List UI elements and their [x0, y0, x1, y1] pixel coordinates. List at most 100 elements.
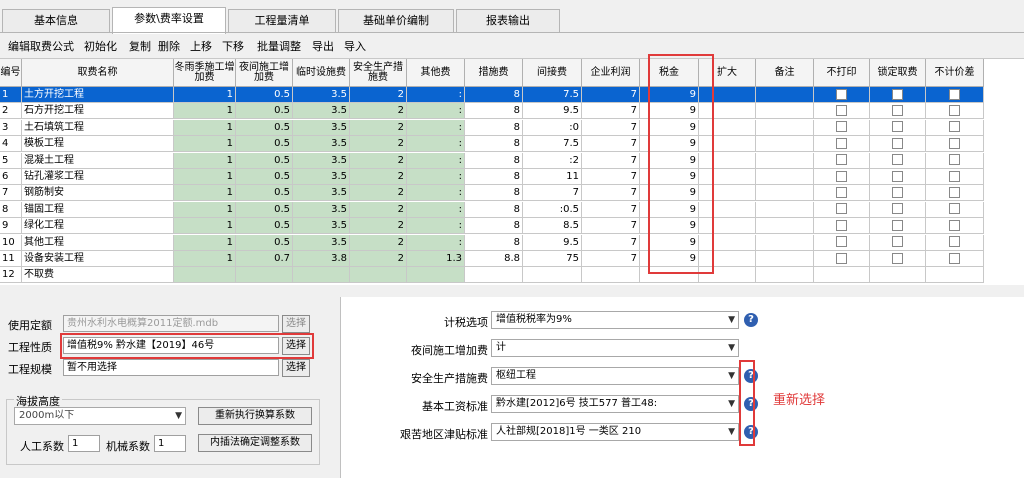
col-night-fee-cell[interactable]: 0.5: [236, 234, 293, 251]
col-measure-fee-cell[interactable]: 8: [465, 201, 523, 218]
col-remark-cell[interactable]: [756, 185, 814, 202]
move-down-button[interactable]: 下移: [222, 38, 244, 54]
col-remark-cell[interactable]: [756, 136, 814, 153]
col-profit-cell[interactable]: 7: [582, 218, 640, 235]
checkbox[interactable]: [949, 137, 960, 149]
col-measure-fee-cell[interactable]: 8: [465, 234, 523, 251]
delete-button[interactable]: 删除: [158, 38, 180, 54]
col-safety-fee-cell[interactable]: [350, 267, 407, 284]
col-safety-fee-cell[interactable]: 2: [350, 218, 407, 235]
col-indirect-fee-cell[interactable]: 7.5: [523, 87, 582, 103]
checkbox[interactable]: [949, 186, 960, 198]
col-other-fee-cell[interactable]: :: [407, 87, 465, 103]
checkbox[interactable]: [949, 236, 960, 248]
checkbox[interactable]: [949, 104, 960, 116]
col-number-cell[interactable]: 12: [0, 267, 22, 284]
col-other-fee-cell[interactable]: :: [407, 169, 465, 185]
col-temp-facility-header[interactable]: 临时设施费: [293, 59, 350, 87]
col-night-fee-cell[interactable]: 0.5: [236, 103, 293, 120]
col-profit-header[interactable]: 企业利润: [582, 59, 640, 87]
col-temp-facility-cell[interactable]: 3.5: [293, 169, 350, 185]
col-lock-fee-header[interactable]: 锁定取费: [870, 59, 926, 87]
col-night-fee-cell[interactable]: 0.5: [236, 169, 293, 185]
col-other-fee-cell[interactable]: :: [407, 218, 465, 235]
tab-basic-info[interactable]: 基本信息: [2, 9, 110, 33]
checkbox[interactable]: [836, 236, 847, 248]
col-winter-fee-header[interactable]: 冬雨季施工增加费: [174, 59, 236, 87]
col-remark-cell[interactable]: [756, 119, 814, 136]
col-indirect-fee-cell[interactable]: :0.5: [523, 201, 582, 218]
init-button[interactable]: 初始化: [84, 38, 117, 54]
scale-select-button[interactable]: 选择: [282, 359, 310, 377]
col-winter-fee-cell[interactable]: 1: [174, 103, 236, 120]
col-profit-cell[interactable]: [582, 267, 640, 284]
col-profit-cell[interactable]: 7: [582, 136, 640, 153]
col-temp-facility-cell[interactable]: 3.5: [293, 87, 350, 103]
col-safety-fee-cell[interactable]: 2: [350, 87, 407, 103]
col-temp-facility-cell[interactable]: 3.5: [293, 218, 350, 235]
col-remark-cell[interactable]: [756, 87, 814, 103]
col-remark-cell[interactable]: [756, 103, 814, 120]
checkbox[interactable]: [892, 104, 903, 116]
checkbox[interactable]: [949, 88, 960, 100]
col-no-diff-header[interactable]: 不计价差: [926, 59, 984, 87]
col-temp-facility-cell[interactable]: 3.5: [293, 185, 350, 202]
checkbox[interactable]: [949, 252, 960, 264]
col-winter-fee-cell[interactable]: 1: [174, 251, 236, 267]
checkbox[interactable]: [836, 252, 847, 264]
col-safety-fee-header[interactable]: 安全生产措施费: [350, 59, 407, 87]
col-fee-name-cell[interactable]: 土方开挖工程: [22, 87, 174, 103]
col-temp-facility-cell[interactable]: 3.5: [293, 119, 350, 136]
col-night-fee-cell[interactable]: [236, 267, 293, 284]
help-icon[interactable]: ?: [744, 313, 758, 327]
col-measure-fee-cell[interactable]: 8: [465, 169, 523, 185]
move-up-button[interactable]: 上移: [190, 38, 212, 54]
col-winter-fee-cell[interactable]: 1: [174, 201, 236, 218]
col-number-cell[interactable]: 5: [0, 152, 22, 169]
checkbox[interactable]: [892, 203, 903, 215]
checkbox[interactable]: [949, 121, 960, 133]
col-indirect-fee-cell[interactable]: 7.5: [523, 136, 582, 153]
col-profit-cell[interactable]: 7: [582, 234, 640, 251]
col-measure-fee-cell[interactable]: 8: [465, 218, 523, 235]
col-night-fee-cell[interactable]: 0.5: [236, 185, 293, 202]
quota-field[interactable]: 贵州水利水电概算2011定额.mdb: [63, 315, 279, 332]
interpolate-button[interactable]: 内插法确定调整系数: [198, 434, 312, 452]
col-other-fee-cell[interactable]: :: [407, 119, 465, 136]
col-indirect-fee-header[interactable]: 间接费: [523, 59, 582, 87]
col-winter-fee-cell[interactable]: [174, 267, 236, 284]
col-night-fee-cell[interactable]: 0.5: [236, 218, 293, 235]
copy-button[interactable]: 复制: [129, 38, 151, 54]
col-indirect-fee-cell[interactable]: 8.5: [523, 218, 582, 235]
col-number-cell[interactable]: 11: [0, 251, 22, 267]
checkbox[interactable]: [892, 88, 903, 100]
import-button[interactable]: 导入: [344, 38, 366, 54]
col-number-cell[interactable]: 7: [0, 185, 22, 202]
col-winter-fee-cell[interactable]: 1: [174, 234, 236, 251]
col-temp-facility-cell[interactable]: 3.5: [293, 136, 350, 153]
col-other-fee-cell[interactable]: 1.3: [407, 251, 465, 267]
edit-formula-button[interactable]: 编辑取费公式: [8, 38, 74, 54]
col-night-fee-header[interactable]: 夜间施工增加费: [236, 59, 293, 87]
col-profit-cell[interactable]: 7: [582, 201, 640, 218]
col-remark-cell[interactable]: [756, 234, 814, 251]
col-number-cell[interactable]: 3: [0, 119, 22, 136]
machine-coef-input[interactable]: 1: [154, 435, 186, 452]
col-other-fee-cell[interactable]: :: [407, 234, 465, 251]
col-other-fee-cell[interactable]: :: [407, 185, 465, 202]
col-safety-fee-cell[interactable]: 2: [350, 234, 407, 251]
col-other-fee-cell[interactable]: [407, 267, 465, 284]
col-safety-fee-cell[interactable]: 2: [350, 169, 407, 185]
col-temp-facility-cell[interactable]: 3.5: [293, 201, 350, 218]
col-fee-name-cell[interactable]: 不取费: [22, 267, 174, 284]
tab-unit-price[interactable]: 基础单价编制: [338, 9, 454, 33]
col-safety-fee-cell[interactable]: 2: [350, 119, 407, 136]
col-remark-cell[interactable]: [756, 267, 814, 284]
col-measure-fee-cell[interactable]: 8.8: [465, 251, 523, 267]
night-fee-select[interactable]: 计 ▼: [491, 339, 739, 357]
col-night-fee-cell[interactable]: 0.5: [236, 201, 293, 218]
col-temp-facility-cell[interactable]: 3.5: [293, 103, 350, 120]
col-indirect-fee-cell[interactable]: 9.5: [523, 103, 582, 120]
checkbox[interactable]: [892, 219, 903, 231]
col-profit-cell[interactable]: 7: [582, 87, 640, 103]
